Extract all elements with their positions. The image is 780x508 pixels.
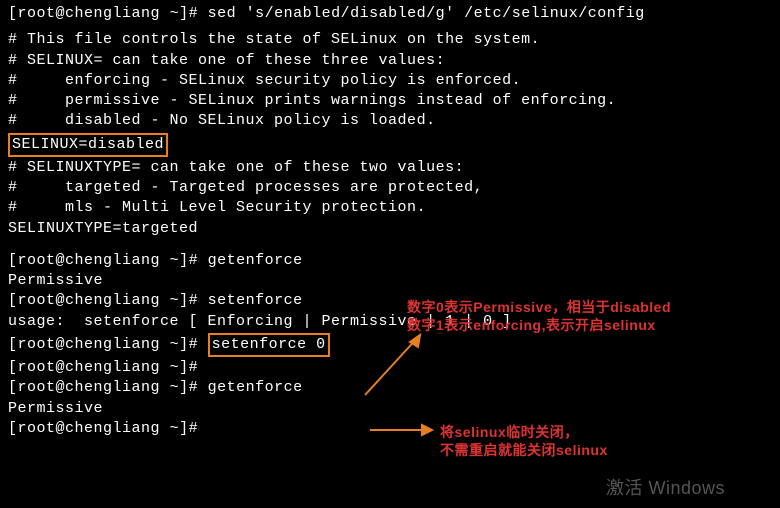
output-line: # targeted - Targeted processes are prot… [8, 178, 772, 198]
terminal-line: [root@chengliang ~]# sed 's/enabled/disa… [8, 4, 772, 24]
output-line: # disabled - No SELinux policy is loaded… [8, 111, 772, 131]
command-text: sed 's/enabled/disabled/g' /etc/selinux/… [208, 5, 645, 22]
annotation-temporary-disable: 将selinux临时关闭， 不需重启就能关闭selinux [440, 423, 608, 459]
output-line: # SELINUXTYPE= can take one of these two… [8, 158, 772, 178]
command-text: getenforce [208, 379, 303, 396]
output-line: # mls - Multi Level Security protection. [8, 198, 772, 218]
terminal-line: [root@chengliang ~]# setenforce 0 [8, 332, 772, 358]
command-text: getenforce [208, 252, 303, 269]
output-line: SELINUXTYPE=targeted [8, 219, 772, 239]
output-line: Permissive [8, 399, 772, 419]
highlighted-setenforce-0: setenforce 0 [208, 333, 330, 357]
terminal-line: [root@chengliang ~]# getenforce [8, 251, 772, 271]
annotation-permissive-enforcing: 数字0表示Permissive，相当于disabled 数字1表示enforci… [407, 298, 671, 334]
command-text: setenforce [208, 292, 303, 309]
output-line: # This file controls the state of SELinu… [8, 30, 772, 50]
output-line: # enforcing - SELinux security policy is… [8, 71, 772, 91]
windows-activation-watermark: 激活 Windows [606, 476, 725, 500]
highlighted-selinux-disabled: SELINUX=disabled [8, 133, 168, 157]
output-line: Permissive [8, 271, 772, 291]
output-line: # SELINUX= can take one of these three v… [8, 51, 772, 71]
terminal-line[interactable]: [root@chengliang ~]# [8, 419, 772, 439]
terminal-line: [root@chengliang ~]# getenforce [8, 378, 772, 398]
output-line: # permissive - SELinux prints warnings i… [8, 91, 772, 111]
terminal-line: [root@chengliang ~]# [8, 358, 772, 378]
